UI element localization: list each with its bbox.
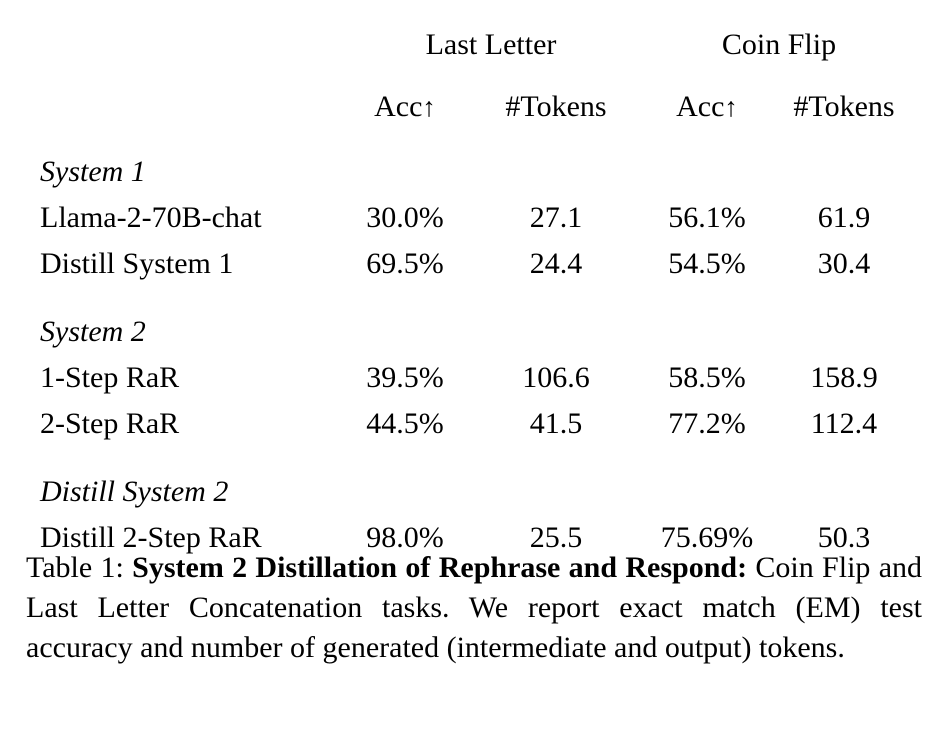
cell-coin-flip-acc: 56.1%	[668, 201, 746, 234]
group-header-blank	[40, 30, 340, 84]
cell-last-letter-tokens: 106.6	[522, 361, 590, 394]
spacer	[40, 455, 916, 466]
section-header-system-1: System 1	[40, 155, 146, 188]
section-header-row: System 1	[40, 157, 916, 203]
cell-coin-flip-acc: 77.2%	[668, 407, 746, 440]
table-row: 1-Step RaR 39.5% 106.6 58.5% 158.9	[40, 363, 916, 409]
column-header-coin-flip-acc-text: Acc	[676, 90, 725, 123]
spacer	[40, 84, 916, 92]
cell-last-letter-tokens: 24.4	[529, 247, 583, 280]
table-row: 2-Step RaR 44.5% 41.5 77.2% 112.4	[40, 409, 916, 455]
section-header-row: System 2	[40, 317, 916, 363]
column-header-last-letter-acc-text: Acc	[374, 90, 423, 123]
results-table: Last Letter Coin Flip Acc↑ #Tokens Acc↑ …	[40, 14, 916, 580]
row-label: Distill System 1	[40, 247, 234, 280]
row-label: 1-Step RaR	[40, 361, 180, 394]
cell-last-letter-acc: 69.5%	[366, 247, 444, 280]
cell-coin-flip-acc: 58.5%	[668, 361, 746, 394]
group-header-coin-flip: Coin Flip	[721, 28, 837, 61]
cell-coin-flip-acc: 54.5%	[668, 247, 746, 280]
up-arrow-icon: ↑	[422, 92, 436, 122]
column-header-coin-flip-acc: Acc↑	[642, 92, 772, 146]
table-caption: Table 1: System 2 Distillation of Rephra…	[26, 548, 922, 668]
table-row: Llama-2-70B-chat 30.0% 27.1 56.1% 61.9	[40, 203, 916, 249]
cell-last-letter-acc: 44.5%	[366, 407, 444, 440]
spacer	[40, 306, 916, 317]
table-figure-page: Last Letter Coin Flip Acc↑ #Tokens Acc↑ …	[0, 0, 947, 750]
column-header-row: Acc↑ #Tokens Acc↑ #Tokens	[40, 92, 916, 146]
spacer	[40, 295, 916, 306]
caption-title: System 2 Distillation of Rephrase and Re…	[132, 551, 738, 584]
group-header-row: Last Letter Coin Flip	[40, 30, 916, 84]
cell-coin-flip-tokens: 30.4	[817, 247, 871, 280]
cell-coin-flip-tokens: 112.4	[810, 407, 878, 440]
row-label: 2-Step RaR	[40, 407, 180, 440]
table-row: Distill System 1 69.5% 24.4 54.5% 30.4	[40, 249, 916, 295]
section-header-row: Distill System 2	[40, 477, 916, 523]
cell-last-letter-tokens: 41.5	[529, 407, 583, 440]
cell-coin-flip-tokens: 61.9	[817, 201, 871, 234]
results-table-container: Last Letter Coin Flip Acc↑ #Tokens Acc↑ …	[40, 14, 916, 580]
group-header-last-letter: Last Letter	[425, 28, 557, 61]
cell-coin-flip-tokens: 158.9	[810, 361, 878, 394]
column-header-label	[40, 92, 340, 146]
section-header-system-2: System 2	[40, 315, 146, 348]
cell-last-letter-tokens: 27.1	[529, 201, 583, 234]
caption-label: Table 1:	[26, 551, 124, 584]
column-header-last-letter-acc: Acc↑	[340, 92, 470, 146]
cell-last-letter-acc: 30.0%	[366, 201, 444, 234]
column-header-last-letter-tokens: #Tokens	[505, 90, 607, 123]
cell-last-letter-acc: 39.5%	[366, 361, 444, 394]
spacer	[40, 146, 916, 157]
row-label: Llama-2-70B-chat	[40, 201, 262, 234]
up-arrow-icon: ↑	[724, 92, 738, 122]
section-header-distill-system-2: Distill System 2	[40, 475, 229, 508]
column-header-coin-flip-tokens: #Tokens	[793, 90, 895, 123]
caption-title-suffix: :	[737, 551, 748, 584]
